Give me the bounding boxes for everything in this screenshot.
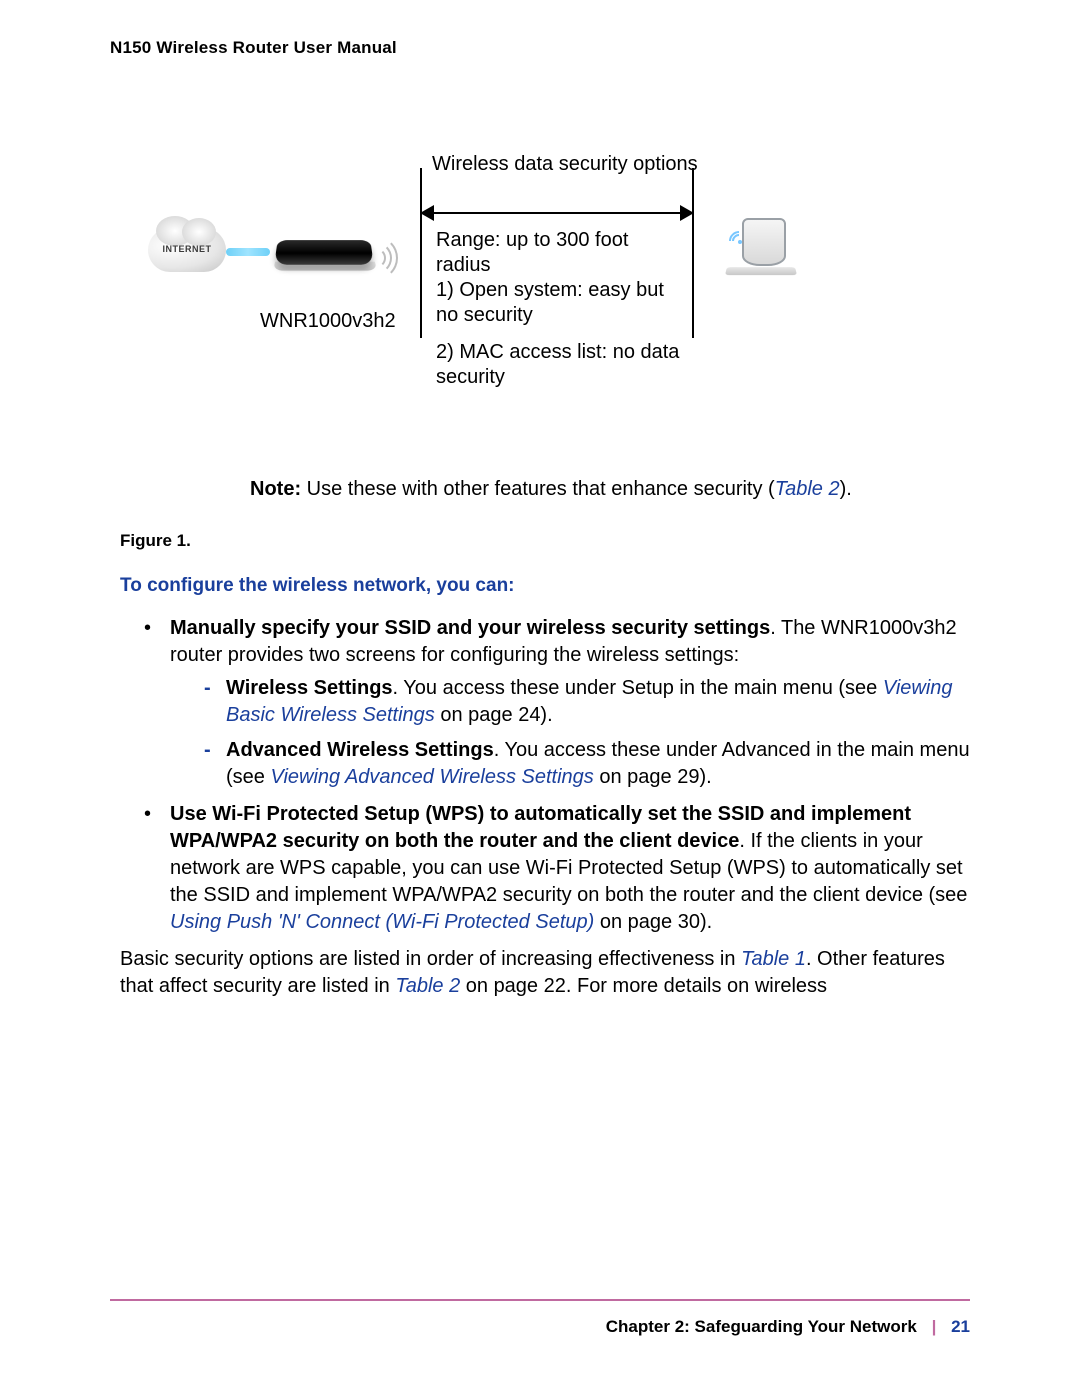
internet-label: INTERNET bbox=[148, 244, 226, 254]
bullet-manual-ssid: Manually specify your SSID and your wire… bbox=[140, 615, 970, 791]
bullet1-bold: Manually specify your SSID and your wire… bbox=[170, 617, 770, 639]
xref-push-n-connect[interactable]: Using Push 'N' Connect (Wi-Fi Protected … bbox=[170, 911, 594, 933]
internet-cloud-icon: INTERNET bbox=[148, 228, 226, 278]
diagram-heading: Wireless data security options bbox=[432, 152, 698, 177]
sub-bullet-advanced-wireless: Advanced Wireless Settings. You access t… bbox=[200, 737, 970, 791]
diagram-range: Range: up to 300 foot radius bbox=[436, 228, 686, 278]
note-prefix: Note: bbox=[250, 478, 301, 500]
bullet2-after: on page 30). bbox=[594, 911, 712, 933]
closing-after: on page 22. For more details on wireless bbox=[460, 975, 827, 997]
router-model-label: WNR1000v3h2 bbox=[260, 310, 396, 333]
xref-table1[interactable]: Table 1 bbox=[741, 948, 806, 970]
sub2-bold: Advanced Wireless Settings bbox=[226, 739, 494, 761]
sub1-after: on page 24). bbox=[435, 704, 553, 726]
note-xref-table2[interactable]: Table 2 bbox=[775, 478, 840, 500]
sub-bullet-wireless-settings: Wireless Settings. You access these unde… bbox=[200, 675, 970, 729]
xref-viewing-advanced[interactable]: Viewing Advanced Wireless Settings bbox=[270, 766, 593, 788]
footer-separator: | bbox=[922, 1317, 947, 1336]
range-arrow-icon bbox=[422, 212, 692, 214]
diagram: INTERNET WNR1000v3h2 Wireless data secur… bbox=[130, 148, 970, 448]
note-text-after: ). bbox=[840, 478, 852, 500]
computer-icon bbox=[720, 218, 800, 288]
subheading: To configure the wireless network, you c… bbox=[120, 575, 970, 597]
bullet-wps: Use Wi-Fi Protected Setup (WPS) to autom… bbox=[140, 801, 970, 936]
sub2-after: on page 29). bbox=[594, 766, 712, 788]
note-text-before: Use these with other features that enhan… bbox=[301, 478, 775, 500]
footer-rule bbox=[110, 1299, 970, 1301]
figure-caption: Figure 1. bbox=[120, 531, 970, 551]
footer-page-number: 21 bbox=[951, 1317, 970, 1336]
closing-before1: Basic security options are listed in ord… bbox=[120, 948, 741, 970]
note-paragraph: Note: Use these with other features that… bbox=[250, 478, 970, 501]
wifi-waves-icon bbox=[366, 226, 426, 286]
sub1-before: . You access these under Setup in the ma… bbox=[393, 677, 883, 699]
document-header: N150 Wireless Router User Manual bbox=[110, 38, 970, 58]
range-rule-right bbox=[692, 168, 694, 338]
xref-table2-footer[interactable]: Table 2 bbox=[395, 975, 460, 997]
diagram-option-2: 2) MAC access list: no data security bbox=[436, 340, 686, 390]
page-footer: Chapter 2: Safeguarding Your Network | 2… bbox=[110, 1299, 970, 1337]
range-rule-left bbox=[420, 168, 422, 338]
closing-paragraph: Basic security options are listed in ord… bbox=[120, 946, 970, 1000]
diagram-range-block: Range: up to 300 foot radius 1) Open sys… bbox=[436, 228, 686, 328]
diagram-option-1: 1) Open system: easy but no security bbox=[436, 278, 686, 328]
sub1-bold: Wireless Settings bbox=[226, 677, 393, 699]
computer-wifi-icon bbox=[724, 226, 744, 246]
footer-chapter: Chapter 2: Safeguarding Your Network bbox=[606, 1317, 917, 1336]
ethernet-link-icon bbox=[226, 248, 270, 256]
